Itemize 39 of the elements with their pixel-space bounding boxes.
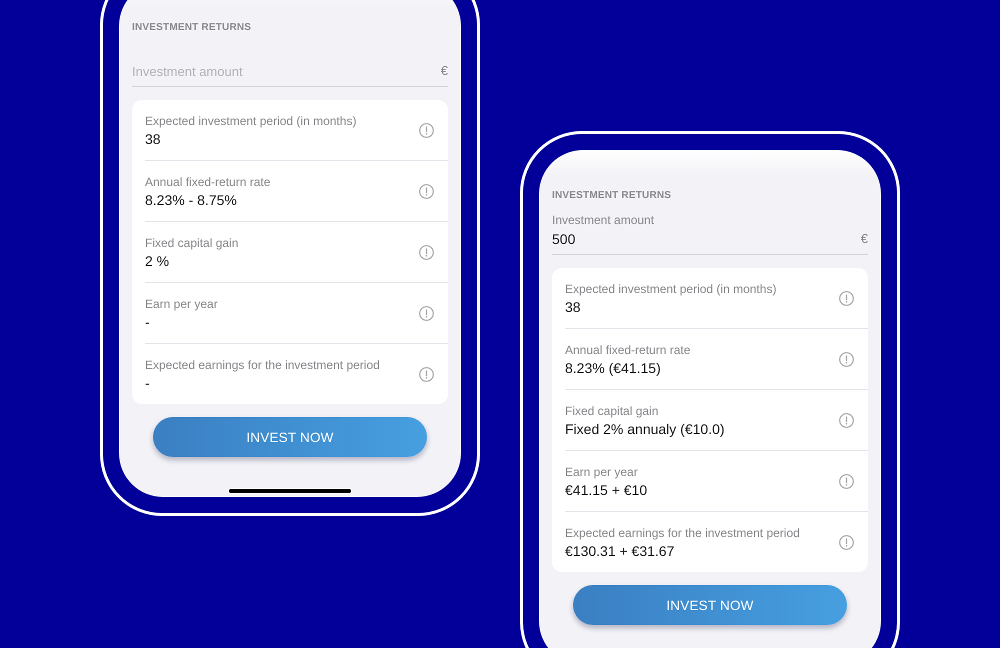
detail-value: - (145, 312, 150, 330)
info-icon[interactable] (419, 122, 434, 138)
detail-label: Fixed capital gain (565, 402, 658, 418)
info-icon[interactable] (419, 244, 434, 260)
invest-button[interactable]: INVEST NOW (153, 417, 427, 457)
detail-label: Expected earnings for the investment period (145, 356, 380, 372)
detail-label: Earn per year (145, 296, 218, 312)
info-icon[interactable] (419, 184, 434, 198)
info-icon[interactable] (419, 366, 434, 382)
detail-label: Annual fixed-return rate (145, 174, 270, 190)
info-icon[interactable] (839, 290, 854, 306)
detail-value: 2 % (145, 252, 170, 270)
info-icon[interactable] (839, 474, 854, 488)
field-label: Investment amount (552, 212, 654, 228)
invest-button[interactable]: INVEST NOW (573, 585, 847, 625)
currency-symbol: € (860, 230, 868, 248)
section-title: INVESTMENT RETURNS (132, 22, 252, 34)
info-icon[interactable] (839, 412, 854, 428)
detail-value: 8.23% (€41.15) (565, 358, 661, 376)
detail-label: Expected earnings for the investment period (565, 524, 800, 540)
info-icon[interactable] (419, 306, 434, 320)
detail-value: €130.31 + €31.67 (565, 542, 674, 560)
amount-input[interactable]: 500 (552, 230, 861, 248)
detail-value: Fixed 2% annualy (€10.0) (565, 420, 725, 438)
section-title: INVESTMENT RETURNS (552, 190, 672, 202)
detail-value: €41.15 + €10 (565, 480, 648, 498)
info-icon[interactable] (839, 534, 854, 550)
detail-value: 38 (565, 298, 581, 316)
amount-input[interactable]: Investment amount (132, 62, 441, 80)
detail-label: Expected investment period (in months) (565, 280, 776, 296)
detail-label: Earn per year (565, 464, 638, 480)
detail-label: Fixed capital gain (145, 234, 238, 250)
detail-label: Annual fixed-return rate (565, 342, 690, 358)
detail-label: Expected investment period (in months) (145, 112, 356, 128)
currency-symbol: € (440, 62, 448, 80)
detail-value: 38 (145, 130, 161, 148)
info-icon[interactable] (839, 352, 854, 366)
detail-value: - (145, 374, 150, 392)
detail-value: 8.23% - 8.75% (145, 190, 237, 208)
